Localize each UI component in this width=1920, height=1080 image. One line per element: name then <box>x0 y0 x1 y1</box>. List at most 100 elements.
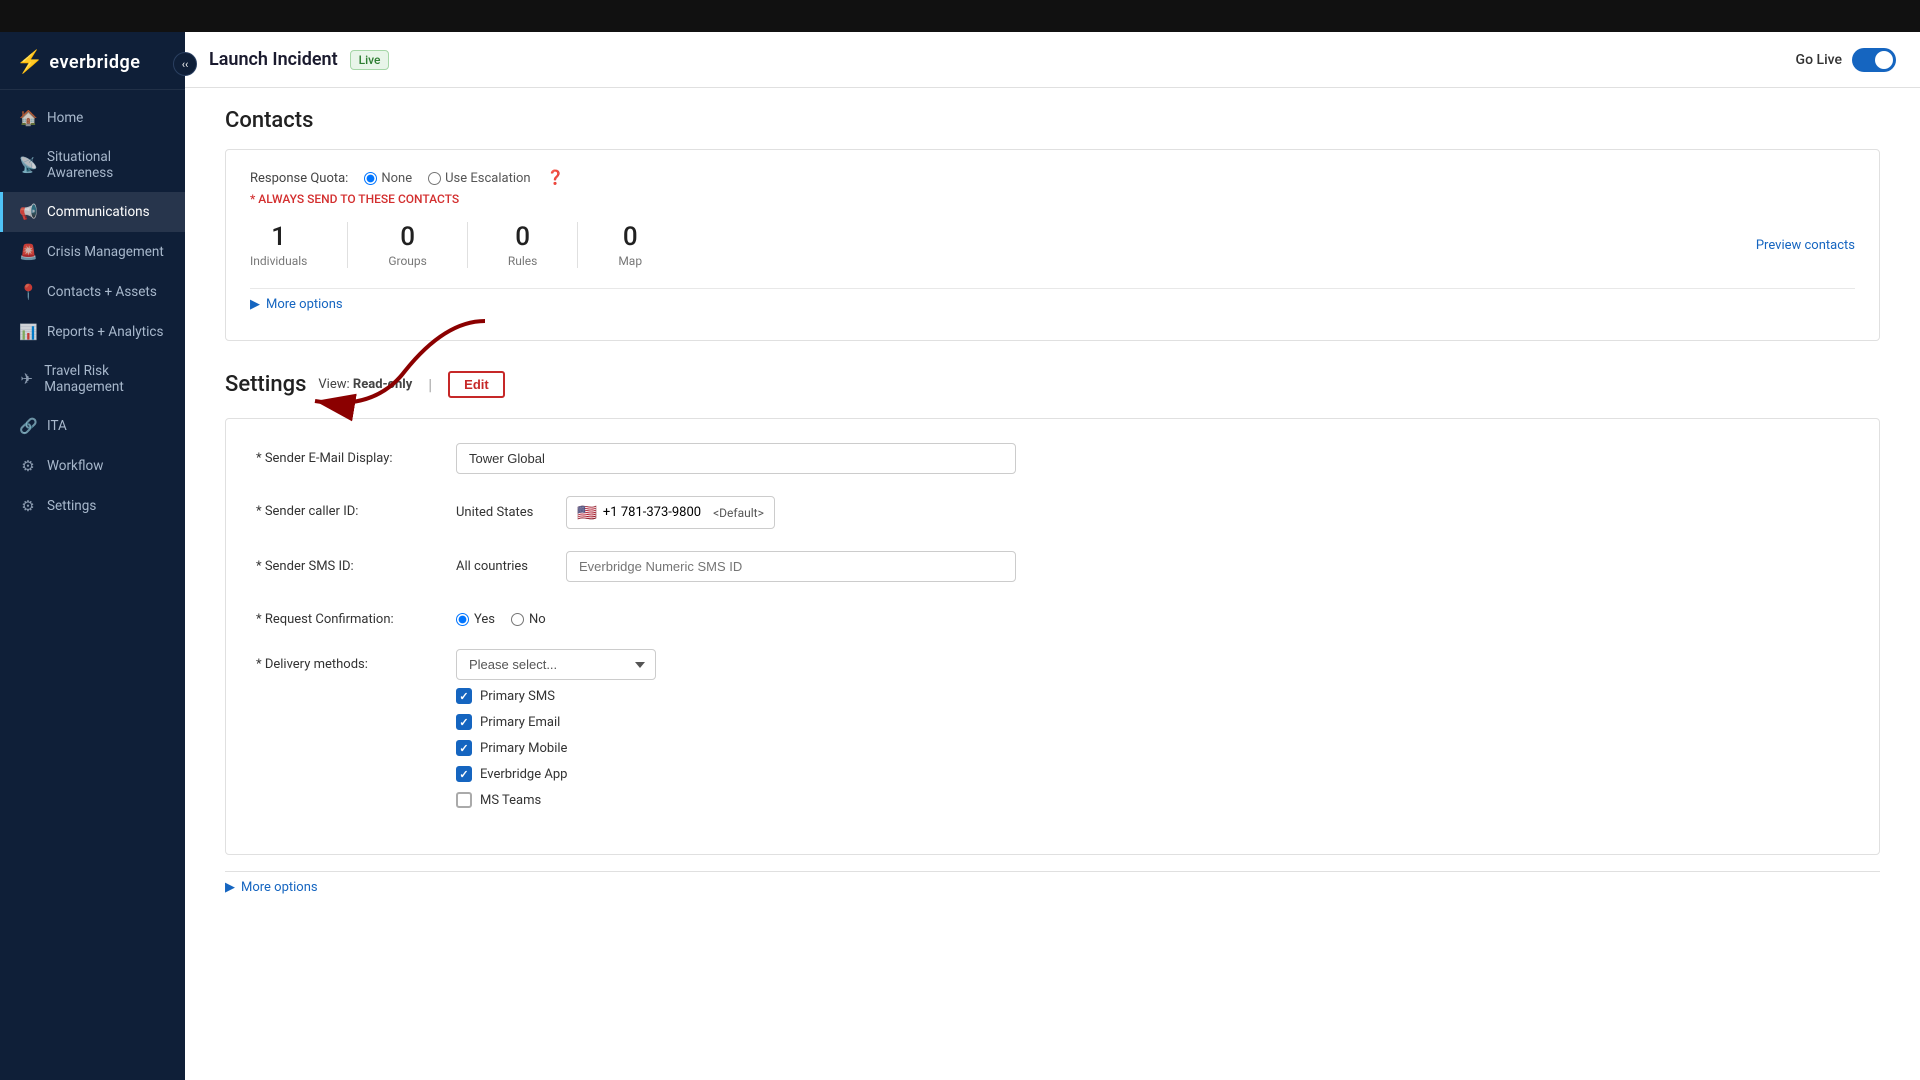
delivery-methods-label: * Delivery methods: <box>256 649 436 672</box>
confirmation-radio-group: Yes No <box>456 604 1016 627</box>
go-live-toggle[interactable] <box>1852 48 1896 72</box>
everbridge-app-option[interactable]: ✓ Everbridge App <box>456 766 1016 782</box>
confirmation-no-option[interactable]: No <box>511 612 546 627</box>
quota-escalation-radio[interactable] <box>428 172 441 185</box>
quota-escalation-option[interactable]: Use Escalation <box>428 171 530 186</box>
delivery-methods-select[interactable]: Please select... <box>456 649 656 680</box>
response-quota-row: Response Quota: None Use Escalation <box>250 170 1855 186</box>
ita-icon: 🔗 <box>19 417 37 435</box>
live-badge: Live <box>350 50 390 70</box>
top-black-bar <box>0 0 1920 32</box>
sidebar-item-reports-analytics-label: Reports + Analytics <box>47 324 163 340</box>
stat-individuals-value: 1 <box>271 222 286 252</box>
confirmation-yes-radio[interactable] <box>456 613 469 626</box>
delivery-checkboxes: ✓ Primary SMS ✓ Primary Email <box>456 688 1016 808</box>
edit-button[interactable]: Edit <box>448 371 505 398</box>
sender-email-input[interactable] <box>456 443 1016 474</box>
crisis-management-icon: 🚨 <box>19 243 37 261</box>
settings-section: Settings View: Read-only | Edit * Sender… <box>225 371 1880 903</box>
sidebar-item-ita[interactable]: 🔗 ITA <box>0 406 185 446</box>
quota-none-option[interactable]: None <box>364 171 412 186</box>
primary-mobile-label: Primary Mobile <box>480 741 567 756</box>
stat-map-value: 0 <box>623 222 638 252</box>
caller-phone-display: 🇺🇸 +1 781-373-9800 <Default> <box>566 496 775 529</box>
everbridge-app-checkbox[interactable]: ✓ <box>456 766 472 782</box>
primary-mobile-option[interactable]: ✓ Primary Mobile <box>456 740 1016 756</box>
sidebar-item-crisis-management[interactable]: 🚨 Crisis Management <box>0 232 185 272</box>
quota-none-label: None <box>381 171 412 186</box>
sidebar-item-workflow[interactable]: ⚙ Workflow <box>0 446 185 486</box>
sidebar-item-situational-awareness[interactable]: 📡 Situational Awareness <box>0 138 185 192</box>
stat-rules: 0 Rules <box>508 222 578 268</box>
sender-caller-control: United States 🇺🇸 +1 781-373-9800 <Defaul… <box>456 496 1016 529</box>
sidebar: ⚡ everbridge ‹‹ 🏠 Home 📡 Situational Awa… <box>0 32 185 1080</box>
quota-none-radio[interactable] <box>364 172 377 185</box>
sidebar-collapse-button[interactable]: ‹‹ <box>173 52 197 76</box>
stat-map: 0 Map <box>618 222 682 268</box>
main-content: Launch Incident Live Go Live Contacts R <box>185 32 1920 1080</box>
quota-help-icon[interactable]: ❓ <box>547 170 564 186</box>
sidebar-item-communications[interactable]: 📢 Communications <box>0 192 185 232</box>
request-confirmation-row: * Request Confirmation: Yes N <box>256 604 1849 627</box>
ms-teams-checkbox[interactable] <box>456 792 472 808</box>
topbar: Launch Incident Live Go Live <box>185 32 1920 88</box>
ms-teams-label: MS Teams <box>480 793 541 808</box>
go-live-label: Go Live <box>1796 52 1842 68</box>
sender-caller-label: * Sender caller ID: <box>256 496 436 519</box>
sender-sms-row: * Sender SMS ID: All countries <box>256 551 1849 582</box>
communications-icon: 📢 <box>19 203 37 221</box>
stat-map-label: Map <box>618 254 642 268</box>
primary-email-checkbox[interactable]: ✓ <box>456 714 472 730</box>
contacts-assets-icon: 📍 <box>19 283 37 301</box>
delivery-methods-row: * Delivery methods: Please select... ✓ <box>256 649 1849 808</box>
divider-pipe: | <box>428 375 432 394</box>
settings-heading: Settings <box>225 372 306 397</box>
request-confirmation-control: Yes No <box>456 604 1016 627</box>
quota-label: Response Quota: <box>250 171 348 186</box>
primary-email-option[interactable]: ✓ Primary Email <box>456 714 1016 730</box>
workflow-icon: ⚙ <box>19 457 37 475</box>
sidebar-item-communications-label: Communications <box>47 204 150 220</box>
stat-individuals: 1 Individuals <box>250 222 348 268</box>
sms-id-input[interactable] <box>566 551 1016 582</box>
primary-sms-option[interactable]: ✓ Primary SMS <box>456 688 1016 704</box>
sender-email-control <box>456 443 1016 474</box>
delivery-methods-control: Please select... ✓ Primary SMS <box>456 649 1016 808</box>
everbridge-app-label: Everbridge App <box>480 767 567 782</box>
sidebar-item-settings[interactable]: ⚙ Settings <box>0 486 185 526</box>
request-confirmation-label: * Request Confirmation: <box>256 604 436 627</box>
sidebar-item-contacts-assets[interactable]: 📍 Contacts + Assets <box>0 272 185 312</box>
preview-contacts-link[interactable]: Preview contacts <box>1756 238 1855 253</box>
topbar-right: Go Live <box>1796 48 1896 72</box>
caller-id-row: United States 🇺🇸 +1 781-373-9800 <Defaul… <box>456 496 1016 529</box>
primary-sms-label: Primary SMS <box>480 689 555 704</box>
view-mode-label: View: Read-only <box>318 377 412 392</box>
settings-more-options[interactable]: ▶ More options <box>225 871 1880 903</box>
settings-more-options-label: More options <box>241 880 318 895</box>
sidebar-item-workflow-label: Workflow <box>47 458 103 474</box>
stat-groups-value: 0 <box>400 222 415 252</box>
ms-teams-option[interactable]: MS Teams <box>456 792 1016 808</box>
sidebar-item-ita-label: ITA <box>47 418 67 434</box>
settings-body: * Sender E-Mail Display: * Sender caller… <box>225 418 1880 855</box>
sidebar-item-home[interactable]: 🏠 Home <box>0 98 185 138</box>
caller-country: United States <box>456 505 556 520</box>
confirmation-yes-label: Yes <box>474 612 495 627</box>
situational-awareness-icon: 📡 <box>19 156 37 174</box>
settings-header-row: Settings View: Read-only | Edit <box>225 371 1880 398</box>
sender-sms-label: * Sender SMS ID: <box>256 551 436 574</box>
sidebar-item-reports-analytics[interactable]: 📊 Reports + Analytics <box>0 312 185 352</box>
confirmation-no-radio[interactable] <box>511 613 524 626</box>
sidebar-item-crisis-management-label: Crisis Management <box>47 244 164 260</box>
sidebar-item-travel-risk[interactable]: ✈ Travel Risk Management <box>0 352 185 406</box>
caller-phone-number: +1 781-373-9800 <box>603 505 701 520</box>
primary-sms-checkbox[interactable]: ✓ <box>456 688 472 704</box>
sms-country-label: All countries <box>456 559 556 574</box>
stat-individuals-label: Individuals <box>250 254 307 268</box>
stat-rules-label: Rules <box>508 254 537 268</box>
contacts-more-options[interactable]: ▶ More options <box>250 288 1855 320</box>
sender-email-row: * Sender E-Mail Display: <box>256 443 1849 474</box>
confirmation-yes-option[interactable]: Yes <box>456 612 495 627</box>
primary-mobile-checkbox[interactable]: ✓ <box>456 740 472 756</box>
page-title: Launch Incident <box>209 49 338 70</box>
